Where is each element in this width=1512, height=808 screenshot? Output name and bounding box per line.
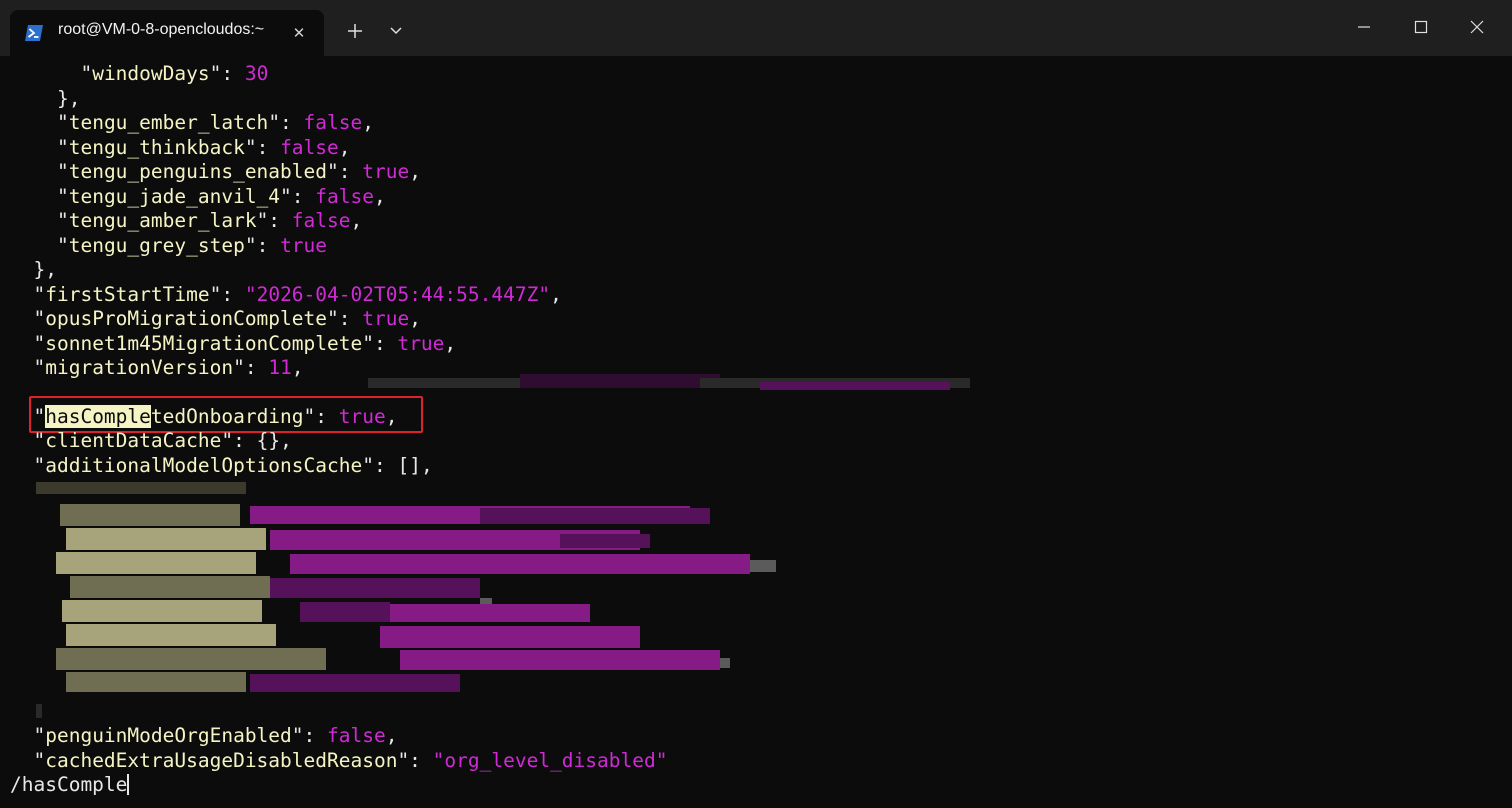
title-bar: root@VM-0-8-opencloudos:~ ✕ <box>0 0 1512 56</box>
highlight-box <box>29 396 423 433</box>
json-line-window-days: "windowDays": 30 <box>80 62 269 85</box>
json-line: }, <box>56 87 81 110</box>
json-line: "tengu_amber_lark": false, <box>56 209 363 232</box>
tab-terminal[interactable]: root@VM-0-8-opencloudos:~ ✕ <box>10 10 324 56</box>
json-line: "tengu_thinkback": false, <box>56 136 351 159</box>
search-prompt[interactable]: /hasComple <box>10 773 130 797</box>
text-cursor <box>127 774 130 795</box>
close-icon[interactable] <box>1457 12 1497 42</box>
json-line: "tengu_jade_anvil_4": false, <box>56 185 386 208</box>
json-line: "tengu_penguins_enabled": true, <box>56 160 421 183</box>
json-line: "sonnet1m45MigrationComplete": true, <box>33 332 457 355</box>
json-line: }, <box>33 258 57 281</box>
json-line: "migrationVersion": 11, <box>33 356 304 379</box>
search-query: /hasComple <box>10 773 128 796</box>
chevron-down-icon[interactable] <box>383 17 409 43</box>
json-line: "opusProMigrationComplete": true, <box>33 307 421 330</box>
tab-title: root@VM-0-8-opencloudos:~ <box>58 21 265 38</box>
json-line: "cachedExtraUsageDisabledReason": "org_l… <box>33 749 668 772</box>
terminal-output[interactable]: "windowDays": 30 }, "tengu_ember_latch":… <box>0 56 1512 808</box>
json-line: "clientDataCache": {}, <box>33 429 292 452</box>
json-line: "tengu_ember_latch": false, <box>56 111 374 134</box>
json-line: "tengu_grey_step": true <box>56 234 328 257</box>
minimize-icon[interactable] <box>1344 12 1384 42</box>
maximize-icon[interactable] <box>1401 12 1441 42</box>
json-line: "penguinModeOrgEnabled": false, <box>33 724 398 747</box>
plus-icon[interactable] <box>340 16 370 46</box>
close-icon[interactable]: ✕ <box>286 20 312 46</box>
powershell-icon <box>25 25 43 41</box>
json-line: "firstStartTime": "2026-04-02T05:44:55.4… <box>33 283 562 306</box>
json-line: "additionalModelOptionsCache": [], <box>33 454 433 477</box>
terminal-window: root@VM-0-8-opencloudos:~ ✕ "windowDays"… <box>0 0 1512 808</box>
